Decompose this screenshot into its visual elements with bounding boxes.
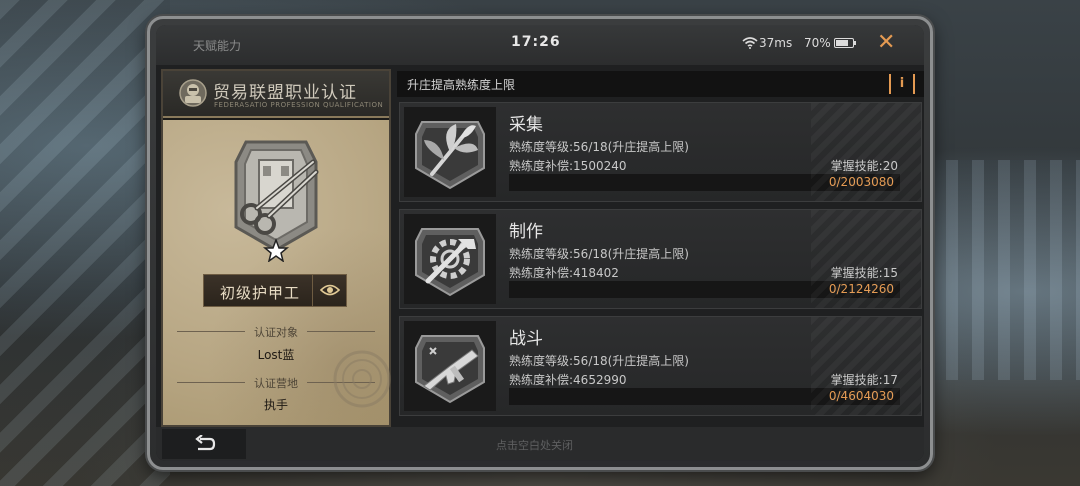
skill-level: 熟练度等级:56/18(升庄提高上限) [509,247,689,261]
view-job-button[interactable] [312,275,346,306]
skill-name: 采集 [509,115,543,135]
skill-card-crafting[interactable]: 制作 熟练度等级:56/18(升庄提高上限) 熟练度补偿:418402 掌握技能… [399,209,922,309]
skill-mastered-count: 掌握技能:17 [830,373,898,387]
skill-progress-bar: 0/2003080 [509,174,900,191]
skill-level: 熟练度等级:56/18(升庄提高上限) [509,140,689,154]
skill-progress-bar: 0/4604030 [509,388,900,405]
target-label: 认证对象 [177,324,375,339]
seal-stamp-icon [333,350,391,408]
certificate-header: 贸易联盟职业认证 FEDERASATIO PROFESSION QUALIFIC… [163,71,389,118]
tap-to-close-hint[interactable]: 点击空白处关闭 [496,437,573,453]
skill-mastered-count: 掌握技能:15 [830,266,898,280]
combat-icon [415,335,485,404]
skill-name: 战斗 [509,329,543,349]
skill-progress-value: 0/2124260 [828,282,894,296]
crafting-icon [415,228,485,297]
eye-icon [320,284,340,296]
clock: 17:26 [511,34,561,50]
certificate-subtitle: FEDERASATIO PROFESSION QUALIFICATION [214,101,384,109]
status-bar: 天赋能力 17:26 37ms 70% ✕ [156,25,924,65]
battery-percent: 70% [804,36,831,50]
job-title: 初级护甲工 [220,284,301,302]
certificate-title: 贸易联盟职业认证 [213,83,357,103]
skill-name: 制作 [509,222,543,242]
skill-icon-box [404,321,496,411]
talent-screen: 天赋能力 17:26 37ms 70% ✕ 贸易联盟职业认证 FEDERASAT… [156,25,924,461]
close-icon[interactable]: ✕ [877,30,895,56]
skill-icon-box [404,107,496,197]
job-title-button[interactable]: 初级护甲工 [203,274,347,307]
skill-icon-box [404,214,496,304]
armor-smith-badge-icon [234,140,319,262]
skill-compensation: 熟练度补偿:4652990 [509,373,627,387]
back-button[interactable] [162,429,246,459]
skill-card-combat[interactable]: 战斗 熟练度等级:56/18(升庄提高上限) 熟练度补偿:4652990 掌握技… [399,316,922,416]
bottom-bar: 点击空白处关闭 [156,427,924,461]
skill-level: 熟练度等级:56/18(升庄提高上限) [509,354,689,368]
battery-icon [834,38,856,48]
info-icon[interactable]: i [889,74,915,94]
screen-title: 天赋能力 [193,39,242,53]
skill-progress-value: 0/2003080 [828,175,894,189]
skill-card-gathering[interactable]: 采集 熟练度等级:56/18(升庄提高上限) 熟练度补偿:1500240 掌握技… [399,102,922,202]
ping-readout: 37ms [759,36,793,50]
proficiency-header-title: 升庄提高熟练度上限 [407,78,516,92]
skill-progress-bar: 0/2124260 [509,281,900,298]
federation-emblem-icon [179,79,207,107]
skill-progress-value: 0/4604030 [828,389,894,403]
gathering-icon [415,121,485,190]
skill-compensation: 熟练度补偿:1500240 [509,159,627,173]
wifi-icon [742,37,758,49]
skill-compensation: 熟练度补偿:418402 [509,266,619,280]
certificate-body: 初级护甲工 认证对象 Lost蓝 认证营地 执手 [163,120,391,425]
back-arrow-icon [195,435,216,451]
skill-mastered-count: 掌握技能:20 [830,159,898,173]
device-frame: 天赋能力 17:26 37ms 70% ✕ 贸易联盟职业认证 FEDERASAT… [147,16,933,470]
proficiency-header: 升庄提高熟练度上限 i [397,71,924,97]
profession-certificate: 贸易联盟职业认证 FEDERASATIO PROFESSION QUALIFIC… [161,69,391,427]
